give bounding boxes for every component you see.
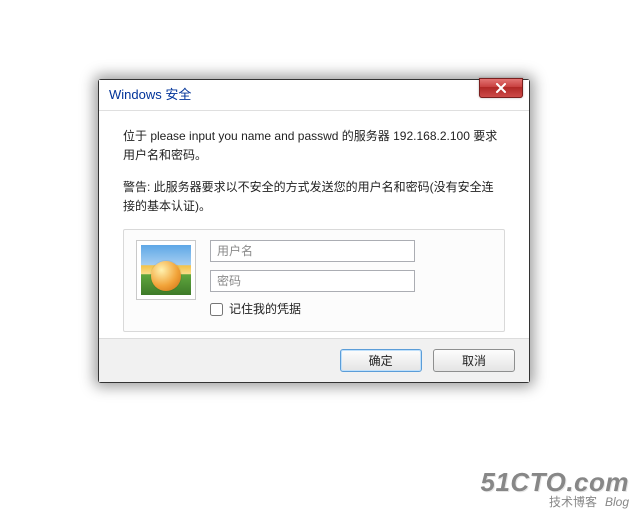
close-button[interactable]: [479, 78, 523, 98]
close-icon: [495, 83, 507, 93]
remember-label: 记住我的凭据: [229, 300, 301, 319]
dialog-footer: 确定 取消: [99, 338, 529, 382]
watermark-main: 51CTO.com: [480, 468, 629, 497]
credentials-box: 记住我的凭据: [123, 229, 505, 332]
cancel-button[interactable]: 取消: [433, 349, 515, 372]
ok-button[interactable]: 确定: [340, 349, 422, 372]
username-input[interactable]: [210, 240, 415, 262]
dialog-body: 位于 please input you name and passwd 的服务器…: [99, 111, 529, 338]
titlebar: Windows 安全: [99, 80, 529, 111]
flower-icon: [141, 245, 191, 295]
user-avatar: [136, 240, 196, 300]
warning-message: 警告: 此服务器要求以不安全的方式发送您的用户名和密码(没有安全连接的基本认证)…: [123, 178, 505, 215]
windows-security-dialog: Windows 安全 位于 please input you name and …: [98, 79, 530, 383]
remember-row[interactable]: 记住我的凭据: [210, 300, 492, 319]
auth-message: 位于 please input you name and passwd 的服务器…: [123, 127, 505, 164]
remember-checkbox[interactable]: [210, 303, 223, 316]
password-input[interactable]: [210, 270, 415, 292]
credential-fields: 记住我的凭据: [210, 240, 492, 319]
watermark-sub: 技术博客Blog: [480, 496, 629, 509]
dialog-title: Windows 安全: [109, 87, 191, 102]
watermark: 51CTO.com 技术博客Blog: [480, 468, 629, 509]
